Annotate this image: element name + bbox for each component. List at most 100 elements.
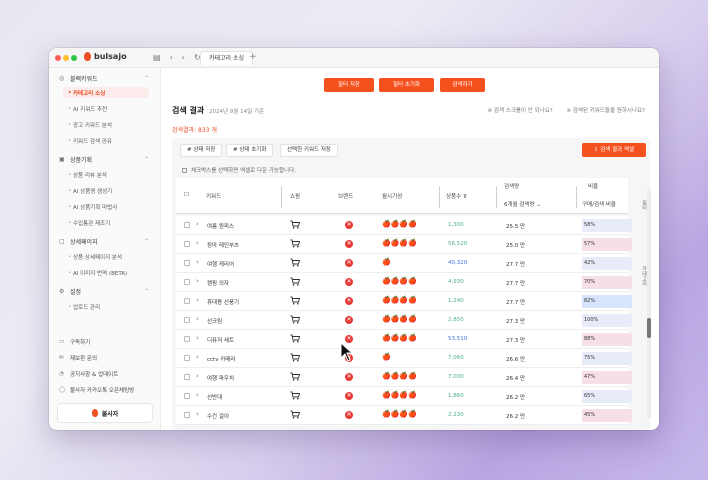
sidebar-footer-inquiry[interactable]: ✉ 제보환 문의 <box>59 352 159 363</box>
sidebar-item-keyword-share[interactable]: • 키워드 검색 공유 <box>63 135 149 146</box>
keyword-cell[interactable]: 여름 원피스 <box>207 222 234 230</box>
header-ratio[interactable]: 구매/검색 비율 <box>582 200 616 208</box>
tab-category-sourcing[interactable]: 카테고리 소싱 <box>200 51 254 65</box>
reset-state-button[interactable]: # 상태 초기화 <box>226 144 274 157</box>
table-row[interactable]: › 디퓨저 세트 ✕ 🍎🍎🍎🍎 53,510 27.3 만 88% <box>176 330 632 349</box>
maximize-window-button[interactable] <box>71 55 77 61</box>
keyword-help-link[interactable]: ※ 검색된 키워드들을 원하시나요? <box>566 108 645 114</box>
sidebar-item-ad-keyword[interactable]: • 광고 키워드 분석 <box>63 119 149 130</box>
row-checkbox[interactable] <box>184 412 190 418</box>
row-checkbox[interactable] <box>184 374 190 380</box>
row-checkbox[interactable] <box>184 298 190 304</box>
expand-chevron-icon[interactable]: › <box>196 258 199 266</box>
export-excel-button[interactable]: ⇩ 검색 결과 엑셀 <box>582 143 646 157</box>
sidebar-section-detail-page[interactable]: ▢ 상세페이지 ⌃ <box>49 235 161 247</box>
keyword-cell[interactable]: 디퓨저 세트 <box>207 336 234 344</box>
sidebar-item-ai-name-generator[interactable]: • AI 상품명 생성기 <box>63 185 149 196</box>
sidebar-section-settings[interactable]: ⚙ 설정 ⌃ <box>49 285 161 297</box>
table-row[interactable]: ›cctv 카메라✕🍎7,06026.6 만75% <box>176 349 632 368</box>
table-row[interactable]: › 선반대 ✕ 🍎🍎🍎🍎 1,860 26.2 만 65% <box>176 387 632 406</box>
shopping-cart-icon[interactable] <box>290 239 301 250</box>
table-row[interactable]: › 캠핑 의자 ✕ 🍎🍎🍎🍎 4,930 27.7 만 70% <box>176 273 632 292</box>
row-checkbox[interactable] <box>184 260 190 266</box>
expand-chevron-icon[interactable]: › <box>196 277 199 285</box>
sidebar-item-review-analysis[interactable]: • 상품 리뷰 분석 <box>63 169 149 180</box>
column-divider[interactable] <box>439 186 440 208</box>
sidebar-footer-subscribe[interactable]: ▭ 구독하기 <box>59 336 159 347</box>
shopping-cart-icon[interactable] <box>290 353 301 364</box>
shopping-cart-icon[interactable] <box>290 258 301 269</box>
keyword-cell[interactable]: 여행 파우치 <box>207 374 234 382</box>
table-row[interactable]: › 여름 원피스 ✕ 🍎🍎🍎🍎 1,300 25.5 만 58% <box>176 216 632 235</box>
header-products[interactable]: 상품수 ⊽ <box>446 192 467 200</box>
table-row[interactable]: › 여행 캐리어 ✕ 🍎 40,320 27.7 만 42% <box>176 254 632 273</box>
row-checkbox[interactable] <box>184 336 190 342</box>
header-season[interactable]: 월시기성 <box>382 192 402 200</box>
shopping-cart-icon[interactable] <box>290 277 301 288</box>
expand-chevron-icon[interactable]: › <box>196 410 199 418</box>
close-window-button[interactable] <box>55 55 61 61</box>
keyword-cell[interactable]: 선반대 <box>207 393 222 401</box>
column-divider[interactable] <box>576 186 577 208</box>
header-keyword[interactable]: 키워드 <box>206 192 221 200</box>
sidebar-section-product-planning[interactable]: ▣ 상품기획 ⌃ <box>49 153 161 165</box>
scrollbar[interactable] <box>647 188 651 418</box>
keyword-cell[interactable]: 휴대용 선풍기 <box>207 298 239 306</box>
sidebar-item-category-sourcing[interactable]: • 카테고리 소싱 <box>63 87 149 98</box>
expand-chevron-icon[interactable]: › <box>196 353 199 361</box>
scrollbar-thumb[interactable] <box>647 318 651 338</box>
select-all-checkbox[interactable]: ☐ <box>184 192 189 198</box>
table-row[interactable]: › 여행 파우치 ✕ 🍎🍎🍎🍎 7,000 26.4 만 47% <box>176 368 632 387</box>
shopping-cart-icon[interactable] <box>290 391 301 402</box>
shopping-cart-icon[interactable] <box>290 410 301 421</box>
bulsaja-button[interactable]: 불사자 <box>57 403 153 423</box>
sidebar-footer-kakao[interactable]: ◯ 불사자 카카오톡 오픈채팅방 <box>59 384 159 395</box>
table-row[interactable]: › 수건 걸이 ✕ 🍎🍎🍎🍎 2,230 26.2 만 45% <box>176 406 632 425</box>
minimize-window-button[interactable] <box>63 55 69 61</box>
expand-chevron-icon[interactable]: › <box>196 239 199 247</box>
sidebar-item-ai-keyword[interactable]: • AI 키워드 추천 <box>63 103 149 114</box>
sidebar-toggle-icon[interactable]: ▤ <box>153 53 161 62</box>
save-filter-button[interactable]: 필터 저장 <box>324 78 374 92</box>
sidebar-section-black-keyword[interactable]: ◎ 블랙키워드 ⌃ <box>49 72 161 84</box>
sidebar-footer-notices[interactable]: ◔ 공지사항 & 업데이트 <box>59 368 159 379</box>
expand-chevron-icon[interactable]: › <box>196 334 199 342</box>
header-shopping[interactable]: 쇼핑 <box>290 192 300 200</box>
column-divider[interactable] <box>496 186 497 208</box>
sidebar-item-ai-planning-wizard[interactable]: • AI 상품기획 마법사 <box>63 201 149 212</box>
row-checkbox[interactable] <box>184 355 190 361</box>
header-brand[interactable]: 브랜드 <box>338 192 353 200</box>
header-volume[interactable]: 6개월 검색량 ⌄ <box>504 200 541 208</box>
row-checkbox[interactable] <box>184 393 190 399</box>
row-checkbox[interactable] <box>184 222 190 228</box>
save-selected-keywords-button[interactable]: 선택한 키워드 저장 <box>280 144 338 157</box>
expand-chevron-icon[interactable]: › <box>196 372 199 380</box>
filter-icon[interactable]: ⊽ <box>463 194 467 200</box>
scroll-help-link[interactable]: ※ 검색 스크롤이 안 되나요? <box>488 108 553 114</box>
keyword-cell[interactable]: 수건 걸이 <box>207 412 229 420</box>
row-checkbox[interactable] <box>184 241 190 247</box>
back-arrow-icon[interactable]: ‹ <box>170 53 173 62</box>
expand-chevron-icon[interactable]: › <box>196 220 199 228</box>
forward-arrow-icon[interactable]: › <box>182 53 185 62</box>
shopping-cart-icon[interactable] <box>290 334 301 345</box>
table-row[interactable]: › 휴대용 선풍기 ✕ 🍎🍎🍎🍎 1,240 27.7 만 82% <box>176 292 632 311</box>
shopping-cart-icon[interactable] <box>290 372 301 383</box>
column-divider[interactable] <box>281 186 282 208</box>
shopping-cart-icon[interactable] <box>290 315 301 326</box>
sidebar-item-ai-image-translate[interactable]: • AI 이미지 번역 (BETA) <box>63 267 149 278</box>
row-checkbox[interactable] <box>184 279 190 285</box>
expand-chevron-icon[interactable]: › <box>196 391 199 399</box>
sidebar-item-detail-analysis[interactable]: • 상품 상세페이지 분석 <box>63 251 149 262</box>
shopping-cart-icon[interactable] <box>290 296 301 307</box>
row-checkbox[interactable] <box>184 317 190 323</box>
keyword-cell[interactable]: 선크림 <box>207 317 222 325</box>
shopping-cart-icon[interactable] <box>290 220 301 231</box>
keyword-cell[interactable]: 여행 캐리어 <box>207 260 234 268</box>
sort-down-icon[interactable]: ⌄ <box>536 202 541 208</box>
sidebar-item-upload-management[interactable]: • 업로드 관리 <box>63 301 149 312</box>
expand-chevron-icon[interactable]: › <box>196 315 199 323</box>
keyword-cell[interactable]: 캠핑 의자 <box>207 279 229 287</box>
expand-chevron-icon[interactable]: › <box>196 296 199 304</box>
search-button[interactable]: 검색하기 <box>440 78 485 92</box>
